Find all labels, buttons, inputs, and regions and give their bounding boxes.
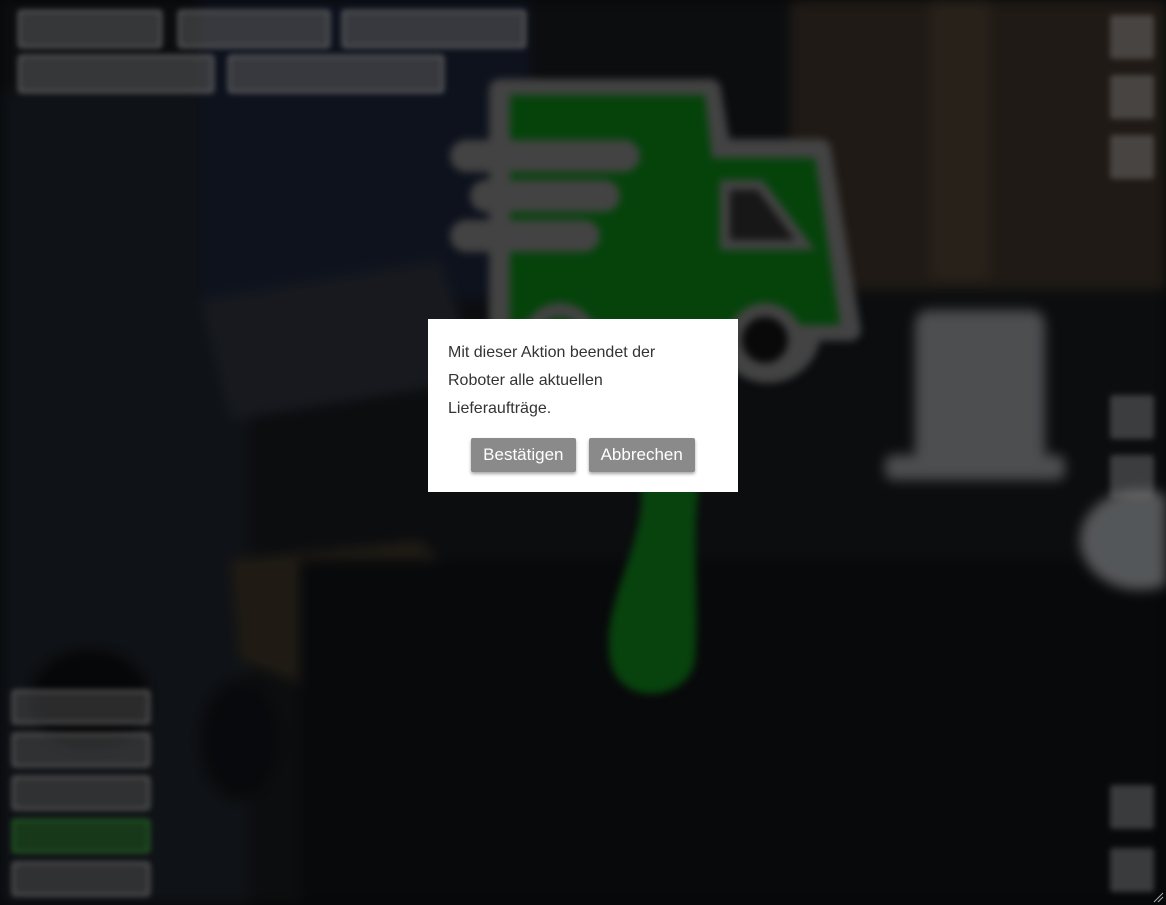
side-control-button <box>1110 395 1154 439</box>
dialog-message: Mit dieser Aktion beendet der Roboter al… <box>448 344 656 417</box>
side-control-button <box>1110 455 1154 499</box>
left-control-button <box>12 690 150 724</box>
confirmation-dialog: Mit dieser Aktion beendet der Roboter al… <box>428 319 738 492</box>
toolbar-button <box>18 10 162 48</box>
toolbar-button <box>228 55 444 93</box>
confirm-button[interactable]: Bestätigen <box>471 438 576 472</box>
side-control-button <box>1110 15 1154 59</box>
toolbar-button <box>178 10 330 48</box>
teleoperation-screen: Mit dieser Aktion beendet der Roboter al… <box>0 0 1166 905</box>
side-control-button <box>1110 135 1154 179</box>
cancel-button[interactable]: Abbrechen <box>588 438 695 472</box>
dialog-actions: Bestätigen Abbrechen <box>428 438 738 472</box>
side-control-button <box>1110 848 1154 892</box>
left-control-button <box>12 733 150 767</box>
left-control-button <box>12 862 150 896</box>
left-control-button-active <box>12 819 150 853</box>
toolbar-button <box>18 55 214 93</box>
resize-grip-icon[interactable] <box>1152 891 1164 903</box>
side-control-button <box>1110 785 1154 829</box>
toolbar-button <box>342 10 526 48</box>
side-control-button <box>1110 75 1154 119</box>
left-control-button <box>12 776 150 810</box>
